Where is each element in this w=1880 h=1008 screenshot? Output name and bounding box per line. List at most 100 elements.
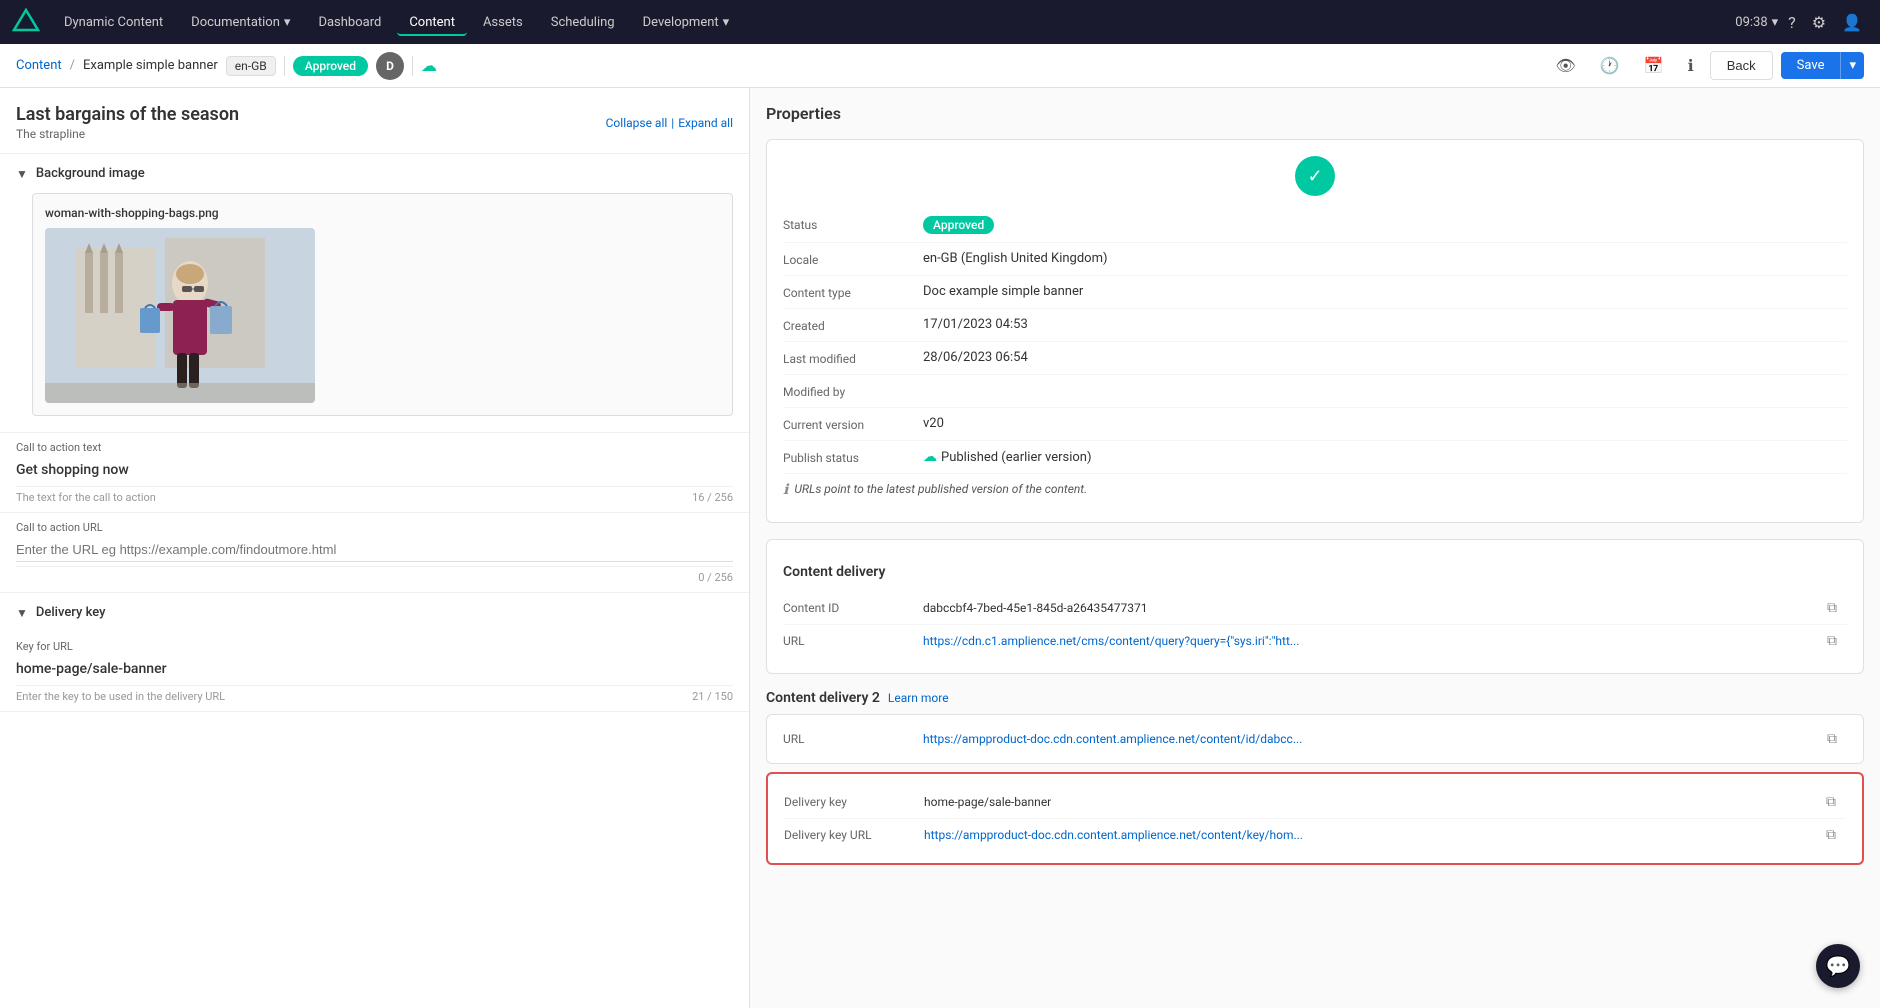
cta-text-hint: The text for the call to action (16, 491, 156, 504)
copy-delivery-key-icon[interactable]: ⧉ (1826, 794, 1846, 810)
delivery-key-section: ▼ Delivery key Key for URL home-page/sal… (0, 593, 749, 712)
image-filename: woman-with-shopping-bags.png (45, 206, 720, 220)
cta-url-input[interactable] (16, 538, 733, 562)
delivery-key-field-label: Key for URL (16, 640, 733, 653)
top-navigation: Dynamic Content Documentation ▾ Dashboar… (0, 0, 1880, 44)
content-id-row: Content ID dabccbf4-7bed-45e1-845d-a2643… (783, 592, 1847, 625)
last-modified-label: Last modified (783, 350, 923, 366)
content-id-value: dabccbf4-7bed-45e1-845d-a26435477371 (923, 601, 1823, 615)
locale-row: Locale en-GB (English United Kingdom) (783, 243, 1847, 276)
properties-title: Properties (766, 104, 1864, 123)
divider2 (412, 56, 413, 76)
delivery2-url-value[interactable]: https://ampproduct-doc.cdn.content.ampli… (923, 732, 1823, 746)
cta-text-counter: 16 / 256 (692, 491, 733, 504)
content-delivery2-section: Content delivery 2 Learn more URL https:… (766, 690, 1864, 865)
delivery-key-counter: 21 / 150 (692, 690, 733, 703)
delivery-key-label: Delivery key (784, 795, 924, 809)
content-id-label: Content ID (783, 601, 923, 615)
modified-by-row: Modified by (783, 375, 1847, 408)
nav-assets[interactable]: Assets (471, 9, 535, 36)
content-delivery-card: Content delivery Content ID dabccbf4-7be… (766, 539, 1864, 674)
save-button-group: Save ▾ (1781, 52, 1864, 79)
cloud-icon: ☁ (421, 56, 437, 75)
delivery-url-value[interactable]: https://cdn.c1.amplience.net/cms/content… (923, 634, 1823, 648)
background-image-section: ▼ Background image woman-with-shopping-b… (0, 154, 749, 433)
status-circle-icon: ✓ (1295, 156, 1335, 196)
nav-content[interactable]: Content (397, 9, 467, 36)
status-approved-badge: Approved (923, 216, 994, 234)
banner-image (45, 228, 315, 403)
current-version-row: Current version v20 (783, 408, 1847, 441)
delivery-key-url-row: Delivery key URL https://ampproduct-doc.… (784, 819, 1846, 851)
delivery2-url-row: URL https://ampproduct-doc.cdn.content.a… (783, 723, 1847, 755)
collapse-all-button[interactable]: Collapse all (606, 116, 668, 130)
created-row: Created 17/01/2023 04:53 (783, 309, 1847, 342)
delivery-key-section-label: Delivery key (36, 605, 106, 620)
delivery-key-toggle-icon: ▼ (16, 606, 28, 620)
content-delivery-title: Content delivery (783, 564, 1847, 580)
save-button[interactable]: Save (1781, 52, 1841, 79)
separator: | (671, 116, 674, 130)
expand-all-button[interactable]: Expand all (678, 116, 733, 130)
nav-dashboard[interactable]: Dashboard (306, 9, 393, 36)
delivery-key-url-value[interactable]: https://ampproduct-doc.cdn.content.ampli… (924, 828, 1822, 842)
nav-scheduling[interactable]: Scheduling (539, 9, 627, 36)
learn-more-link[interactable]: Learn more (888, 691, 949, 705)
publish-status-label: Publish status (783, 449, 923, 465)
section-toggle-icon: ▼ (16, 167, 28, 181)
settings-icon[interactable]: ⚙ (1806, 7, 1832, 38)
content-title: Last bargains of the season (16, 104, 239, 125)
delivery-url-row: URL https://cdn.c1.amplience.net/cms/con… (783, 625, 1847, 657)
breadcrumb-current-page: Example simple banner (83, 58, 218, 73)
delivery-key-hint: Enter the key to be used in the delivery… (16, 690, 225, 703)
history-icon[interactable]: 🕐 (1592, 50, 1628, 81)
content-header: Last bargains of the season The straplin… (0, 88, 749, 154)
delivery2-url-card: URL https://ampproduct-doc.cdn.content.a… (766, 714, 1864, 764)
delivery2-url-label: URL (783, 732, 923, 746)
app-logo[interactable] (12, 8, 40, 36)
cta-text-label: Call to action text (16, 441, 733, 454)
content-type-value: Doc example simple banner (923, 284, 1847, 299)
delivery-key-field-value: home-page/sale-banner (16, 657, 733, 681)
chat-icon: 💬 (1826, 954, 1851, 978)
section-header-background[interactable]: ▼ Background image (0, 154, 749, 193)
image-field[interactable]: woman-with-shopping-bags.png (32, 193, 733, 416)
copy-delivery-url-icon[interactable]: ⧉ (1827, 633, 1847, 649)
calendar-icon[interactable]: 📅 (1636, 50, 1672, 81)
current-version-label: Current version (783, 416, 923, 432)
chat-bubble-button[interactable]: 💬 (1816, 944, 1860, 988)
avatar[interactable]: D (376, 52, 404, 80)
locale-value: en-GB (English United Kingdom) (923, 251, 1847, 266)
nav-time: 09:38 ▾ (1735, 15, 1778, 30)
properties-card: ✓ Status Approved Locale en-GB (English … (766, 139, 1864, 523)
help-icon[interactable]: ? (1782, 7, 1802, 38)
preview-icon[interactable]: 👁 (1548, 50, 1584, 81)
delivery-url-label: URL (783, 634, 923, 648)
cta-text-section: Call to action text Get shopping now The… (0, 433, 749, 513)
nav-documentation[interactable]: Documentation ▾ (179, 9, 302, 36)
publish-status-row: Publish status ☁ Published (earlier vers… (783, 441, 1847, 474)
delivery-key-url-label: Delivery key URL (784, 828, 924, 842)
right-panel: Properties ✓ Status Approved Locale en-G… (750, 88, 1880, 1008)
locale-badge[interactable]: en-GB (226, 56, 276, 76)
info-circle-icon: ℹ (783, 482, 788, 498)
copy-delivery2-url-icon[interactable]: ⧉ (1827, 731, 1847, 747)
copy-delivery-key-url-icon[interactable]: ⧉ (1826, 827, 1846, 843)
cta-url-label: Call to action URL (16, 521, 733, 534)
cta-url-section: Call to action URL 0 / 256 (0, 513, 749, 593)
section-header-delivery-key[interactable]: ▼ Delivery key (0, 593, 749, 632)
user-icon[interactable]: 👤 (1836, 7, 1868, 38)
info-icon[interactable]: ℹ (1680, 50, 1702, 81)
copy-content-id-icon[interactable]: ⧉ (1827, 600, 1847, 616)
breadcrumb-content-link[interactable]: Content (16, 58, 62, 73)
status-label: Status (783, 216, 923, 232)
delivery-key-card: Delivery key home-page/sale-banner ⧉ Del… (766, 772, 1864, 865)
content-type-row: Content type Doc example simple banner (783, 276, 1847, 309)
content-subtitle: The strapline (16, 127, 239, 141)
left-panel: Last bargains of the season The straplin… (0, 88, 750, 1008)
save-dropdown-arrow[interactable]: ▾ (1840, 52, 1864, 79)
last-modified-value: 28/06/2023 06:54 (923, 350, 1847, 365)
nav-development[interactable]: Development ▾ (631, 9, 742, 36)
back-button[interactable]: Back (1710, 51, 1773, 80)
nav-app-name: Dynamic Content (52, 9, 175, 36)
